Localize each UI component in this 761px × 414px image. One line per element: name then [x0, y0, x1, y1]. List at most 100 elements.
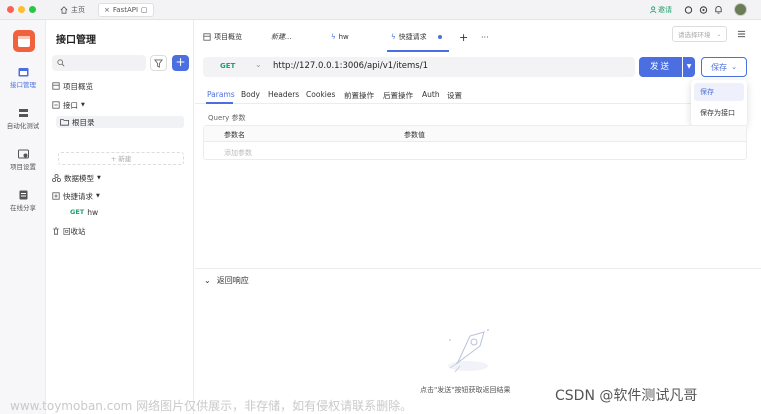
tree-item-label: 回收站: [63, 226, 86, 236]
tree-item-label: 接口: [63, 100, 78, 110]
close-tab-icon[interactable]: ×: [104, 6, 110, 14]
environment-select[interactable]: 请选择环境 ⌄: [672, 26, 727, 42]
tab-auth[interactable]: Auth: [422, 90, 440, 99]
url-input[interactable]: http://127.0.0.1:3006/api/v1/items/1: [273, 61, 428, 71]
settings-panel-icon: [17, 149, 29, 159]
tab-cookies[interactable]: Cookies: [306, 90, 335, 99]
add-tab-button[interactable]: +: [459, 29, 468, 45]
minimize-window-button[interactable]: [18, 6, 25, 13]
send-options-button[interactable]: ▼: [683, 57, 695, 77]
fastapi-tab[interactable]: × FastAPI: [98, 3, 155, 17]
rail-item-label: 自动化测试: [6, 122, 40, 130]
tree-item-data-models[interactable]: 数据模型 ▼: [52, 172, 101, 184]
save-button[interactable]: 保存 ⌄: [701, 57, 747, 77]
search-input[interactable]: [52, 55, 146, 71]
user-add-icon: [650, 6, 657, 14]
copy-icon[interactable]: [141, 6, 148, 14]
maximize-window-button[interactable]: [29, 6, 36, 13]
close-window-button[interactable]: [7, 6, 14, 13]
tree-item-root-folder[interactable]: 根目录: [56, 116, 184, 128]
more-tabs-button[interactable]: ···: [481, 29, 489, 45]
icon-rail: 接口管理 自动化测试 项目设置 在线分享: [0, 20, 46, 414]
rail-item-automation[interactable]: 自动化测试: [0, 108, 46, 130]
watermark-left: www.toymoban.com 网络图片仅供展示，非存储，如有侵权请联系删除。: [10, 399, 413, 413]
app-logo: [13, 30, 35, 52]
request-tabs-bar: 项目概览 新建... ϟ hw ϟ 快捷请求 + ··· 请选择环境 ⌄: [195, 20, 761, 52]
tree-item-label: hw: [87, 207, 99, 217]
tab-hw[interactable]: ϟ hw: [331, 29, 349, 45]
tab-headers[interactable]: Headers: [268, 90, 299, 99]
add-button[interactable]: +: [172, 55, 189, 71]
tab-pre-processors[interactable]: 前置操作: [344, 90, 374, 101]
tab-settings[interactable]: 设置: [447, 90, 462, 101]
tab-label: 项目概览: [214, 33, 242, 41]
lightning-icon: ϟ: [391, 33, 396, 41]
tab-post-processors[interactable]: 后置操作: [383, 90, 413, 101]
column-param-value: 参数值: [404, 131, 425, 139]
param-tabs: Params Body Headers Cookies 前置操作 后置操作 Au…: [195, 86, 691, 104]
tree-item-trash[interactable]: 回收站: [52, 225, 86, 237]
bell-icon[interactable]: [714, 3, 723, 17]
tab-label: 快捷请求: [398, 33, 427, 41]
overview-icon: [203, 33, 211, 41]
lightning-icon: ϟ: [331, 33, 336, 41]
rail-item-online-share[interactable]: 在线分享: [0, 190, 46, 212]
tree-item-quick-request[interactable]: 快捷请求 ▼: [52, 190, 100, 202]
invite-button[interactable]: 邀请: [650, 3, 672, 17]
tab-quick-request[interactable]: ϟ 快捷请求: [391, 29, 442, 45]
tree-item-label: 数据模型: [64, 173, 94, 183]
chevron-down-icon[interactable]: ⌄: [255, 60, 262, 69]
rail-item-label: 接口管理: [10, 81, 36, 89]
method-select[interactable]: GET: [220, 62, 235, 70]
tab-project-overview[interactable]: 项目概览: [203, 29, 242, 45]
caret-down-icon: ▼: [96, 193, 100, 199]
home-icon: [60, 6, 68, 14]
query-params-table: 参数名 参数值 添加参数: [203, 125, 747, 160]
send-button[interactable]: 发送: [639, 57, 682, 77]
filter-button[interactable]: [150, 55, 167, 71]
save-button-label: 保存: [711, 62, 728, 72]
tree-item-api[interactable]: 接口 ▼: [52, 99, 85, 111]
menu-item-save[interactable]: 保存: [694, 83, 744, 101]
rail-item-project-settings[interactable]: 项目设置: [0, 149, 46, 171]
tree-item-label: 根目录: [72, 117, 95, 127]
folder-icon: [60, 119, 69, 126]
tab-label: hw: [338, 33, 349, 41]
home-tab[interactable]: 主页: [55, 3, 90, 17]
response-header[interactable]: ⌄ 返回响应: [204, 275, 249, 286]
active-param-tab-indicator: [206, 102, 233, 104]
response-divider[interactable]: [195, 268, 761, 269]
api-icon: [52, 101, 60, 109]
title-bar: 主页 × FastAPI 邀请: [0, 0, 761, 20]
tab-label: 新建...: [271, 33, 292, 41]
panel-title: 接口管理: [56, 35, 96, 46]
chevron-down-icon: ⌄: [204, 276, 211, 285]
caret-down-icon: ▼: [81, 102, 85, 108]
add-param-input[interactable]: 添加参数: [224, 148, 252, 158]
avatar[interactable]: [734, 3, 747, 16]
tab-new[interactable]: 新建...: [271, 29, 292, 45]
tab-body[interactable]: Body: [241, 90, 260, 99]
gear-icon[interactable]: [699, 3, 708, 17]
menu-item-save-as-api[interactable]: 保存为接口: [694, 104, 744, 122]
rail-item-label: 项目设置: [10, 163, 36, 171]
quick-request-icon: [52, 192, 60, 200]
watermark-right: CSDN @软件测试凡哥: [555, 388, 698, 404]
response-hint: 点击"发送"按钮获取返回结果: [420, 386, 511, 394]
tree-item-overview[interactable]: 项目概览: [52, 80, 93, 92]
active-tab-indicator: [387, 50, 449, 52]
rail-item-api-management[interactable]: 接口管理: [0, 67, 46, 89]
request-bar: GET ⌄ http://127.0.0.1:3006/api/v1/items…: [203, 57, 635, 77]
tab-params[interactable]: Params: [207, 90, 235, 99]
save-dropdown-menu: 保存 保存为接口: [691, 80, 747, 126]
new-item-button[interactable]: + 新建: [58, 152, 184, 165]
tree-item-hw[interactable]: GET hw: [70, 206, 98, 218]
chevron-down-icon: ⌄: [716, 30, 722, 38]
invite-label: 邀请: [658, 6, 672, 14]
menu-icon[interactable]: [737, 30, 746, 38]
sync-icon[interactable]: [684, 3, 693, 17]
home-tab-label: 主页: [71, 6, 85, 14]
column-param-name: 参数名: [224, 131, 245, 139]
chevron-down-icon: ⌄: [731, 63, 737, 71]
calendar-logo-icon: [18, 36, 30, 47]
